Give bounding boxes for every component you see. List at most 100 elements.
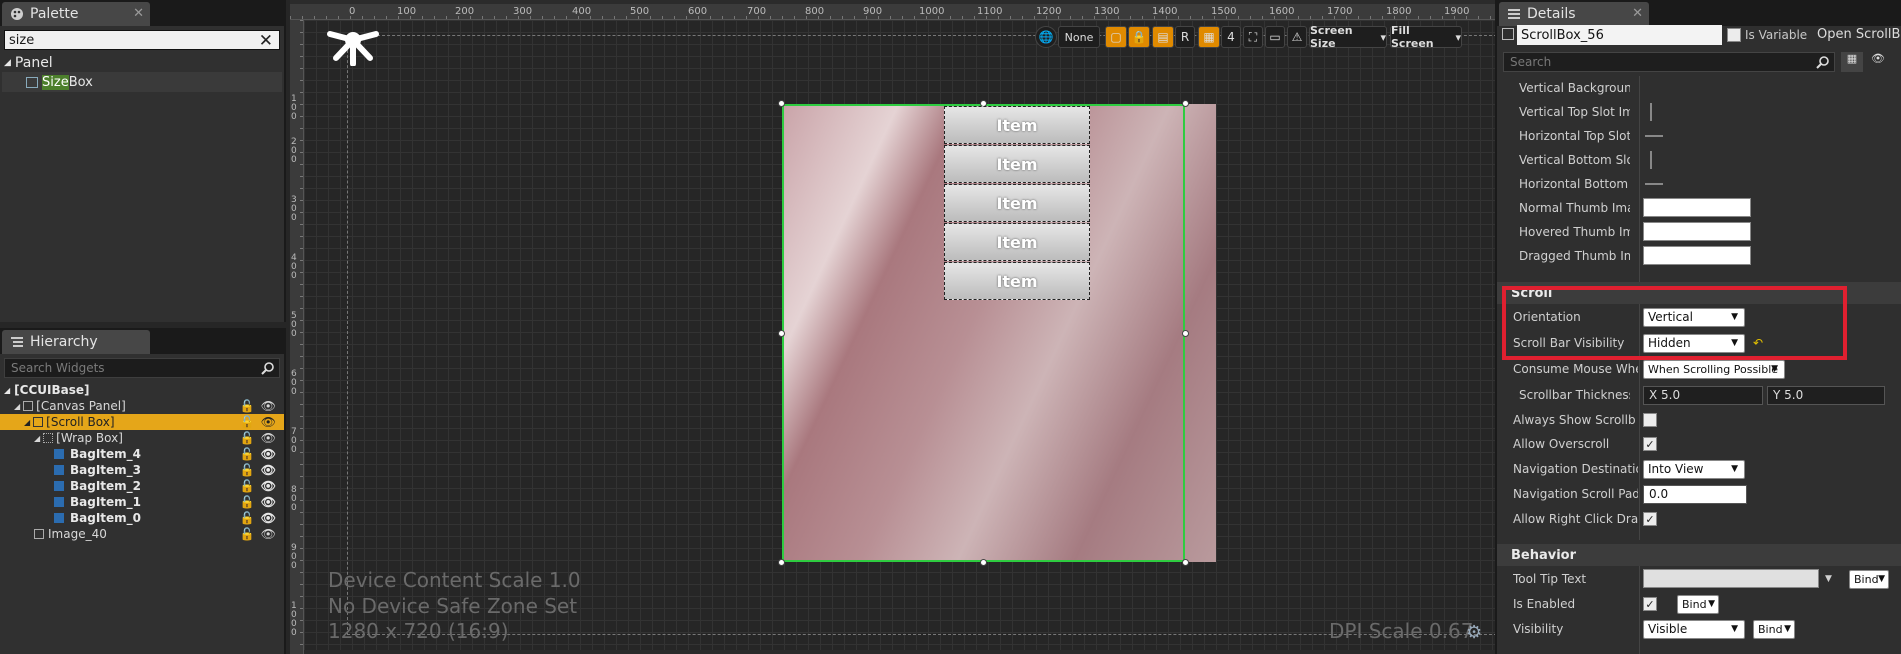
tooltip-text-field[interactable] (1643, 569, 1819, 588)
prop-always-show-scrollbar[interactable]: Always Show Scrollb (1497, 408, 1901, 432)
prop-vertical-bottom-slot-image[interactable]: Vertical Bottom Slot Im (1497, 148, 1901, 172)
lock-icon[interactable]: 🔓 (240, 447, 255, 461)
resize-handle[interactable] (980, 559, 987, 566)
always-show-checkbox[interactable] (1643, 413, 1657, 427)
allow-overscroll-checkbox[interactable]: ✓ (1643, 437, 1657, 451)
hierarchy-tab[interactable]: Hierarchy (2, 330, 150, 354)
eye-icon[interactable]: 👁 (261, 511, 276, 525)
resize-handle[interactable] (778, 100, 785, 107)
bag-item[interactable]: Item (944, 262, 1090, 300)
hierarchy-search-input[interactable]: Search Widgets (4, 358, 280, 378)
bag-item[interactable]: Item (944, 145, 1090, 183)
resize-handle[interactable] (778, 330, 785, 337)
prop-visibility[interactable]: Visibility Visible ▼ Bind ▼ (1497, 617, 1901, 641)
grid-icon[interactable]: ▦ (1198, 26, 1220, 48)
lock-icon[interactable]: 🔓 (240, 527, 255, 541)
prop-hovered-thumb-image[interactable]: Hovered Thumb Image (1497, 220, 1901, 244)
lock-icon[interactable]: 🔓 (240, 479, 255, 493)
thickness-y-field[interactable]: Y 5.0 (1767, 385, 1885, 405)
tree-row-ccuibase[interactable]: ◢ [CCUIBase] (0, 382, 284, 398)
nav-padding-field[interactable]: 0.0 (1643, 484, 1747, 504)
r-toggle[interactable]: R (1175, 26, 1195, 48)
bind-dropdown[interactable]: Bind ▼ (1677, 594, 1719, 614)
widget-name-field[interactable]: ScrollBox_56 (1517, 25, 1722, 45)
settings-gear-icon[interactable]: ⚙ (1466, 622, 1482, 643)
bind-dropdown[interactable]: Bind ▼ (1753, 619, 1795, 639)
lock-icon[interactable]: 🔒 (1128, 26, 1150, 48)
lock-icon[interactable]: 🔓 (240, 431, 255, 445)
eye-icon[interactable]: 👁 (261, 527, 276, 541)
palette-tab[interactable]: Palette ✕ (2, 2, 150, 26)
details-tab[interactable]: Details ✕ (1499, 2, 1649, 26)
property-matrix-icon[interactable]: ▦ (1841, 52, 1863, 72)
prop-allow-overscroll[interactable]: Allow Overscroll ✓ (1497, 432, 1901, 456)
screen-size-dropdown[interactable]: Screen Size ▾ (1309, 24, 1387, 50)
prop-consume-mouse-wheel[interactable]: Consume Mouse Wheel When Scrolling Possib… (1497, 357, 1901, 381)
bag-item[interactable]: Item (944, 223, 1090, 261)
thickness-x-field[interactable]: X 5.0 (1643, 385, 1763, 405)
tree-row-bagitem-3[interactable]: BagItem_3 🔓 👁 (0, 462, 284, 478)
prop-is-enabled[interactable]: Is Enabled ✓ Bind ▼ (1497, 592, 1901, 616)
consume-mouse-wheel-dropdown[interactable]: When Scrolling Possible ▼ (1643, 359, 1785, 379)
prop-vertical-top-slot-image[interactable]: Vertical Top Slot Imag (1497, 100, 1901, 124)
close-icon[interactable]: ✕ (1632, 6, 1643, 21)
allow-right-click-checkbox[interactable]: ✓ (1643, 512, 1657, 526)
behavior-section-header[interactable]: Behavior (1497, 544, 1901, 566)
is-variable-checkbox[interactable] (1727, 28, 1741, 42)
clear-icon[interactable]: ✕ (259, 31, 273, 51)
prop-scrollbar-thickness[interactable]: Scrollbar Thickness X 5.0 Y 5.0 (1497, 383, 1901, 407)
eye-icon[interactable]: 👁 (261, 431, 276, 445)
tree-row-scroll-box[interactable]: ◢ [Scroll Box] 🔓 👁 (0, 414, 284, 430)
tree-row-bagitem-2[interactable]: BagItem_2 🔓 👁 (0, 478, 284, 494)
prop-tool-tip-text[interactable]: Tool Tip Text ▼ Bind ▼ (1497, 567, 1901, 591)
eye-icon[interactable]: 👁 (261, 479, 276, 493)
resize-handle[interactable] (1182, 559, 1189, 566)
eye-icon[interactable]: 👁 (261, 415, 276, 429)
prop-horizontal-bottom-slot-image[interactable]: Horizontal Bottom Slo (1497, 172, 1901, 196)
palette-item-size-box[interactable]: Size Box (2, 72, 282, 92)
open-scrollbox-link[interactable]: Open ScrollBox (1817, 27, 1901, 42)
tree-row-image-40[interactable]: Image_40 🔓 👁 (0, 526, 284, 542)
prop-navigation-destination[interactable]: Navigation Destination Into View ▼ (1497, 457, 1901, 481)
eye-icon[interactable]: 👁 (261, 463, 276, 477)
close-icon[interactable]: ✕ (133, 6, 144, 21)
palette-category-panel[interactable]: ◢ Panel (0, 54, 284, 72)
lock-icon[interactable]: 🔓 (240, 511, 255, 525)
bag-item[interactable]: Item (944, 106, 1090, 144)
eye-icon[interactable]: 👁 (261, 447, 276, 461)
fill-screen-dropdown[interactable]: Fill Screen ▾ (1390, 24, 1462, 50)
lock-icon[interactable]: 🔓 (240, 495, 255, 509)
snap-toggle-icon[interactable]: ▢ (1105, 26, 1127, 48)
dropdown-arrow-icon[interactable]: ▼ (1825, 574, 1832, 584)
world-icon[interactable]: 🌐 (1035, 26, 1057, 48)
details-search-input[interactable]: Search (1503, 52, 1835, 72)
zoom-fit-icon[interactable]: ⛶ (1243, 26, 1263, 48)
tree-row-bagitem-0[interactable]: BagItem_0 🔓 👁 (0, 510, 284, 526)
prop-allow-right-click-drag[interactable]: Allow Right Click Drag Sc ✓ (1497, 507, 1901, 531)
lock-icon[interactable]: 🔓 (240, 463, 255, 477)
warning-icon[interactable]: ⚠ (1287, 26, 1307, 48)
prop-navigation-scroll-padding[interactable]: Navigation Scroll Paddin 0.0 (1497, 482, 1901, 506)
navigation-destination-dropdown[interactable]: Into View ▼ (1643, 459, 1745, 479)
eye-icon[interactable]: 👁 (261, 495, 276, 509)
design-canvas[interactable]: Item Item Item Item Item Device Content … (304, 20, 1495, 650)
palette-search-input[interactable]: size ✕ (4, 30, 280, 51)
visibility-dropdown[interactable]: Visible ▼ (1643, 619, 1745, 639)
grid-size-dropdown[interactable]: 4 (1221, 26, 1241, 48)
resize-handle[interactable] (1182, 100, 1189, 107)
prop-dragged-thumb-image[interactable]: Dragged Thumb Image (1497, 244, 1901, 268)
preview-icon[interactable]: ▭ (1265, 26, 1285, 48)
prop-vertical-background-image[interactable]: Vertical Background Im (1497, 76, 1901, 100)
is-enabled-checkbox[interactable]: ✓ (1643, 597, 1657, 611)
eye-icon[interactable]: 👁 (1867, 52, 1889, 72)
tree-row-canvas-panel[interactable]: ◢ [Canvas Panel] 🔓 👁 (0, 398, 284, 414)
prop-normal-thumb-image[interactable]: Normal Thumb Image (1497, 196, 1901, 220)
eye-icon[interactable]: 👁 (261, 399, 276, 413)
lock-icon[interactable]: 🔓 (240, 399, 255, 413)
tree-row-bagitem-1[interactable]: BagItem_1 🔓 👁 (0, 494, 284, 510)
tree-row-bagitem-4[interactable]: BagItem_4 🔓 👁 (0, 446, 284, 462)
anchor-flower-icon[interactable] (322, 22, 384, 69)
resize-handle[interactable] (1182, 330, 1189, 337)
tree-row-wrap-box[interactable]: ◢ [Wrap Box] 🔓 👁 (0, 430, 284, 446)
bind-dropdown[interactable]: Bind ▼ (1849, 569, 1889, 589)
